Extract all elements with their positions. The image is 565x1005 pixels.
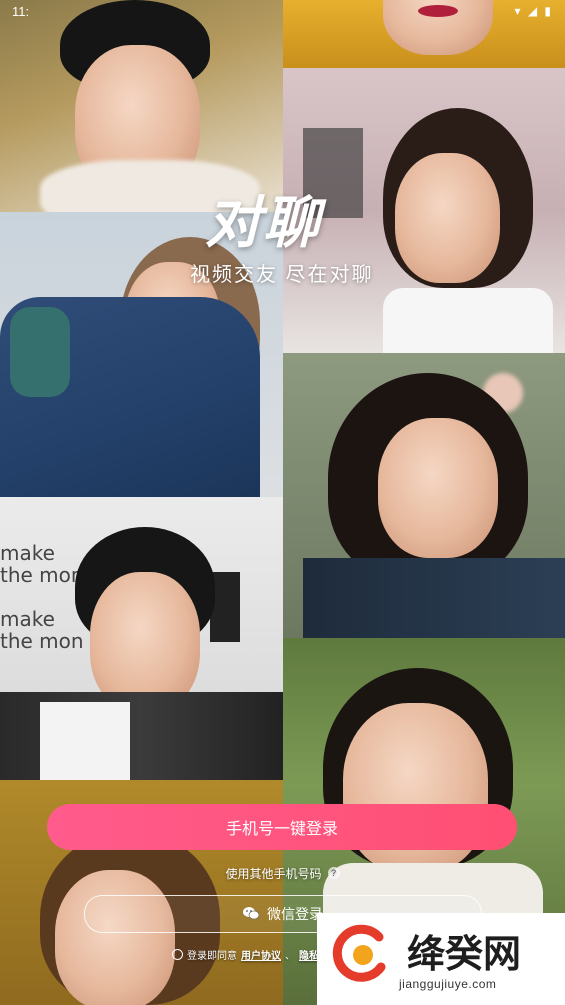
- photo-tile-woman-qipao: [283, 353, 565, 638]
- agreement-row: 登录即同意 用户协议 、 隐私协: [172, 946, 329, 962]
- other-phone-label: 使用其他手机号码: [225, 866, 322, 881]
- other-phone-login-link[interactable]: 使用其他手机号码 ?: [0, 864, 565, 882]
- agreement-separator: 、: [285, 950, 295, 962]
- watermark-logo: [332, 924, 386, 982]
- app-logo-title: 对聊: [205, 191, 321, 256]
- agreement-prefix: 登录即同意: [187, 950, 237, 962]
- wechat-login-label: 微信登录: [267, 906, 323, 922]
- wechat-icon: [243, 906, 260, 923]
- photo-tile-man-make-the-money: make the mon make the mon: [0, 497, 283, 780]
- user-agreement-link[interactable]: 用户协议: [241, 947, 281, 962]
- watermark-url: jianggujiuye.com: [399, 977, 497, 991]
- status-time: 11:: [12, 4, 30, 19]
- site-watermark: 绛癸网 jianggujiuye.com: [317, 913, 565, 1005]
- app-tagline: 视频交友 尽在对聊: [190, 264, 374, 286]
- watermark-name: 绛癸网: [407, 932, 522, 976]
- status-bar: 11: ▾ ◢ ▮: [0, 0, 565, 24]
- phone-one-click-login-button[interactable]: 手机号一键登录: [47, 804, 517, 850]
- radio-unchecked-icon[interactable]: [172, 948, 183, 960]
- question-circle-icon[interactable]: ?: [327, 867, 340, 879]
- status-icons: ▾ ◢ ▮: [514, 4, 553, 18]
